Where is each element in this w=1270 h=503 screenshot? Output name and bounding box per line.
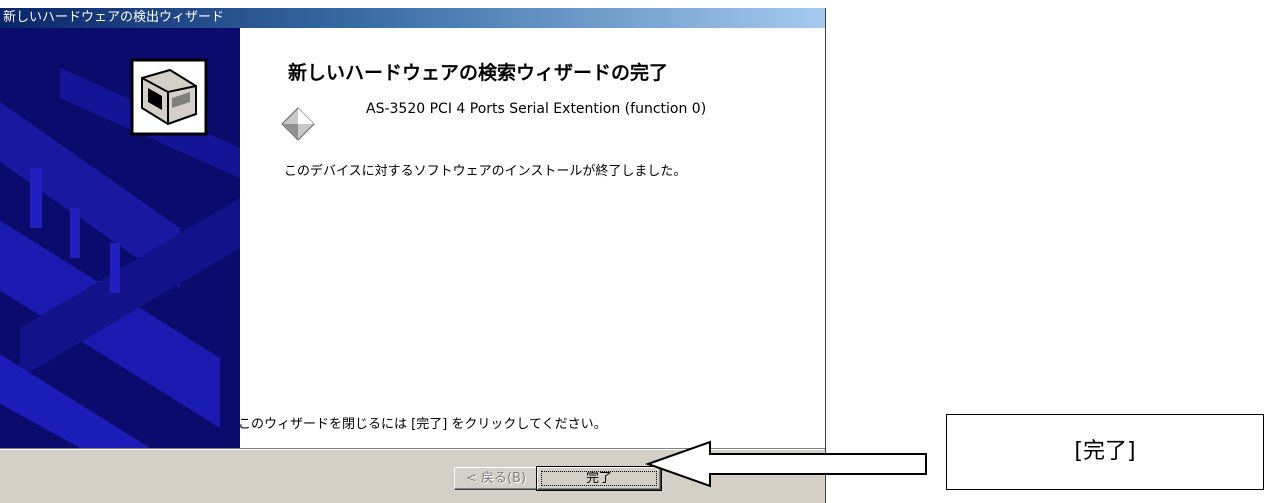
device-name: AS-3520 PCI 4 Ports Serial Extention (fu… [366, 101, 707, 117]
dialog-title: 新しいハードウェアの検出ウィザード [0, 8, 825, 28]
wizard-side-panel [0, 28, 240, 448]
hardware-card-icon [130, 58, 208, 136]
page-title: 新しいハードウェアの検索ウィザードの完了 [288, 62, 669, 84]
pointer-arrow-icon [645, 440, 927, 488]
close-hint-text: このウィザードを閉じるには [完了] をクリックしてください。 [238, 417, 607, 432]
install-status-text: このデバイスに対するソフトウェアのインストールが終了しました。 [284, 164, 687, 179]
wizard-content: 新しいハードウェアの検索ウィザードの完了 AS-3520 PCI 4 Ports… [238, 28, 825, 448]
device-diamond-icon [281, 107, 315, 141]
top-strip [0, 0, 1270, 8]
wizard-dialog: 新しいハードウェアの検出ウィザード 新しいハードウェアの検索ウィザードの完了 A… [0, 8, 826, 503]
callout-label: [完了] [946, 414, 1264, 490]
back-button[interactable]: < 戻る(B) [454, 467, 538, 490]
